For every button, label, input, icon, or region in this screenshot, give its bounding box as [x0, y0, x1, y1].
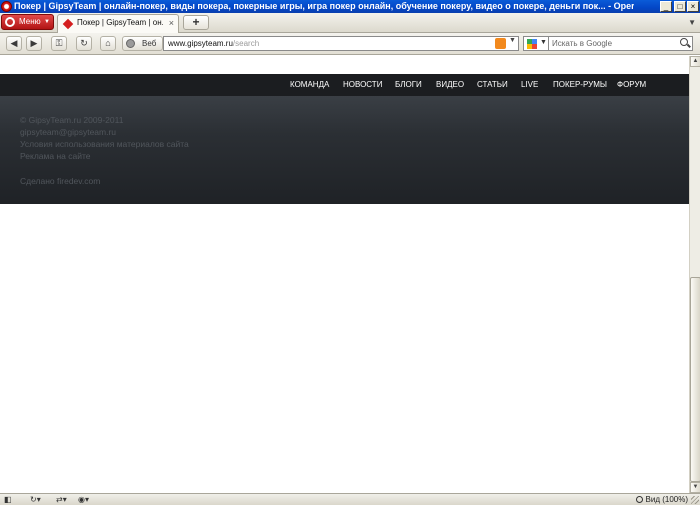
vertical-scrollbar[interactable]: ▲ ▼	[689, 56, 700, 493]
footer-ads-link[interactable]: Реклама на сайте	[20, 151, 91, 161]
chevron-down-icon[interactable]: ▼	[509, 37, 516, 44]
sync-icon[interactable]: ⇄▾	[56, 495, 67, 505]
status-bar: ◧ ↻▾ ⇄▾ ◉▾ Вид (100%)	[0, 493, 700, 505]
footer-made-by-link[interactable]: Сделано firedev.com	[20, 176, 100, 186]
unite-icon[interactable]: ◉▾	[78, 495, 89, 505]
opera-logo-icon	[1, 1, 12, 12]
close-window-button[interactable]: ×	[687, 1, 699, 12]
close-tab-icon[interactable]: ×	[169, 18, 174, 28]
rss-icon[interactable]	[495, 38, 506, 49]
home-icon: ⌂	[105, 38, 111, 48]
menu-label: Меню	[19, 17, 41, 26]
site-footer: © GipsyTeam.ru 2009-2011 gipsyteam@gipsy…	[0, 96, 689, 204]
back-button[interactable]: ◀	[6, 36, 22, 51]
navigation-bar: ◀ ▶ ⚿ ↻ ⌂ Веб www.gipsyteam.ru/search ▼ …	[0, 33, 700, 55]
nav-forum[interactable]: ФОРУМ	[617, 74, 646, 96]
tab-gipsyteam[interactable]: Покер | GipsyTeam | он... ×	[57, 14, 179, 33]
chevron-down-icon: ▼	[540, 39, 547, 46]
nav-blogi[interactable]: БЛОГИ	[395, 74, 422, 96]
home-button[interactable]: ⌂	[100, 36, 116, 51]
opera-menu-button[interactable]: Меню ▼	[1, 14, 54, 30]
zoom-icon[interactable]	[636, 496, 643, 503]
panel-toggle-icon[interactable]: ◧	[4, 495, 12, 505]
search-icon[interactable]	[680, 38, 688, 46]
key-icon: ⚿	[55, 38, 63, 48]
back-icon: ◀	[10, 38, 18, 48]
nav-komanda[interactable]: КОМАНДА	[290, 74, 329, 96]
maximize-button[interactable]: □	[674, 1, 686, 12]
tabs-menu-icon[interactable]: ▼	[688, 18, 696, 27]
reload-icon: ↻	[80, 38, 88, 48]
nav-novosti[interactable]: НОВОСТИ	[343, 74, 382, 96]
google-icon	[527, 39, 537, 49]
chevron-down-icon: ▼	[44, 19, 50, 25]
address-path: /search	[232, 39, 260, 48]
scroll-down-button[interactable]: ▼	[690, 482, 700, 493]
site-navigation: КОМАНДА НОВОСТИ БЛОГИ ВИДЕО СТАТЬИ LIVE …	[0, 74, 689, 96]
opera-browser-window: Покер | GipsyTeam | онлайн-покер, виды п…	[0, 0, 700, 505]
nav-stati[interactable]: СТАТЬИ	[477, 74, 508, 96]
web-button[interactable]: Веб	[122, 36, 163, 51]
search-engine-selector[interactable]: ▼	[523, 36, 549, 51]
gipsyteam-favicon-icon	[62, 18, 74, 30]
address-field[interactable]: www.gipsyteam.ru/search	[163, 36, 519, 51]
minimize-button[interactable]: _	[660, 1, 672, 12]
nav-poker-rooms[interactable]: ПОКЕР-РУМЫ	[553, 74, 607, 96]
page-viewport: КОМАНДА НОВОСТИ БЛОГИ ВИДЕО СТАТЬИ LIVE …	[0, 56, 689, 493]
zoom-level[interactable]: Вид (100%)	[646, 494, 688, 505]
forward-icon: ▶	[30, 38, 38, 48]
resize-grip-icon[interactable]	[691, 496, 699, 504]
globe-icon	[126, 39, 135, 48]
footer-terms-link[interactable]: Условия использования материалов сайта	[20, 139, 189, 149]
footer-email-link[interactable]: gipsyteam@gipsyteam.ru	[20, 127, 116, 137]
address-domain: www.gipsyteam.ru	[168, 39, 233, 48]
nav-video[interactable]: ВИДЕО	[436, 74, 464, 96]
turbo-icon[interactable]: ↻▾	[30, 495, 41, 505]
search-input[interactable]: Искать в Google	[549, 36, 693, 51]
wand-button[interactable]: ⚿	[51, 36, 67, 51]
footer-copyright: © GipsyTeam.ru 2009-2011	[20, 115, 124, 125]
forward-button[interactable]: ▶	[26, 36, 42, 51]
opera-logo-icon	[5, 17, 15, 27]
web-label: Веб	[142, 39, 157, 48]
nav-live[interactable]: LIVE	[521, 74, 538, 96]
new-tab-button[interactable]: +	[183, 15, 209, 30]
scroll-up-button[interactable]: ▲	[690, 56, 700, 67]
window-title-bar: Покер | GipsyTeam | онлайн-покер, виды п…	[0, 0, 700, 13]
scroll-thumb[interactable]	[690, 277, 700, 482]
tab-bar: Меню ▼ Покер | GipsyTeam | он... × + ▼	[0, 13, 700, 33]
tab-label: Покер | GipsyTeam | он...	[77, 18, 163, 27]
window-title: Покер | GipsyTeam | онлайн-покер, виды п…	[14, 1, 634, 11]
reload-button[interactable]: ↻	[76, 36, 92, 51]
